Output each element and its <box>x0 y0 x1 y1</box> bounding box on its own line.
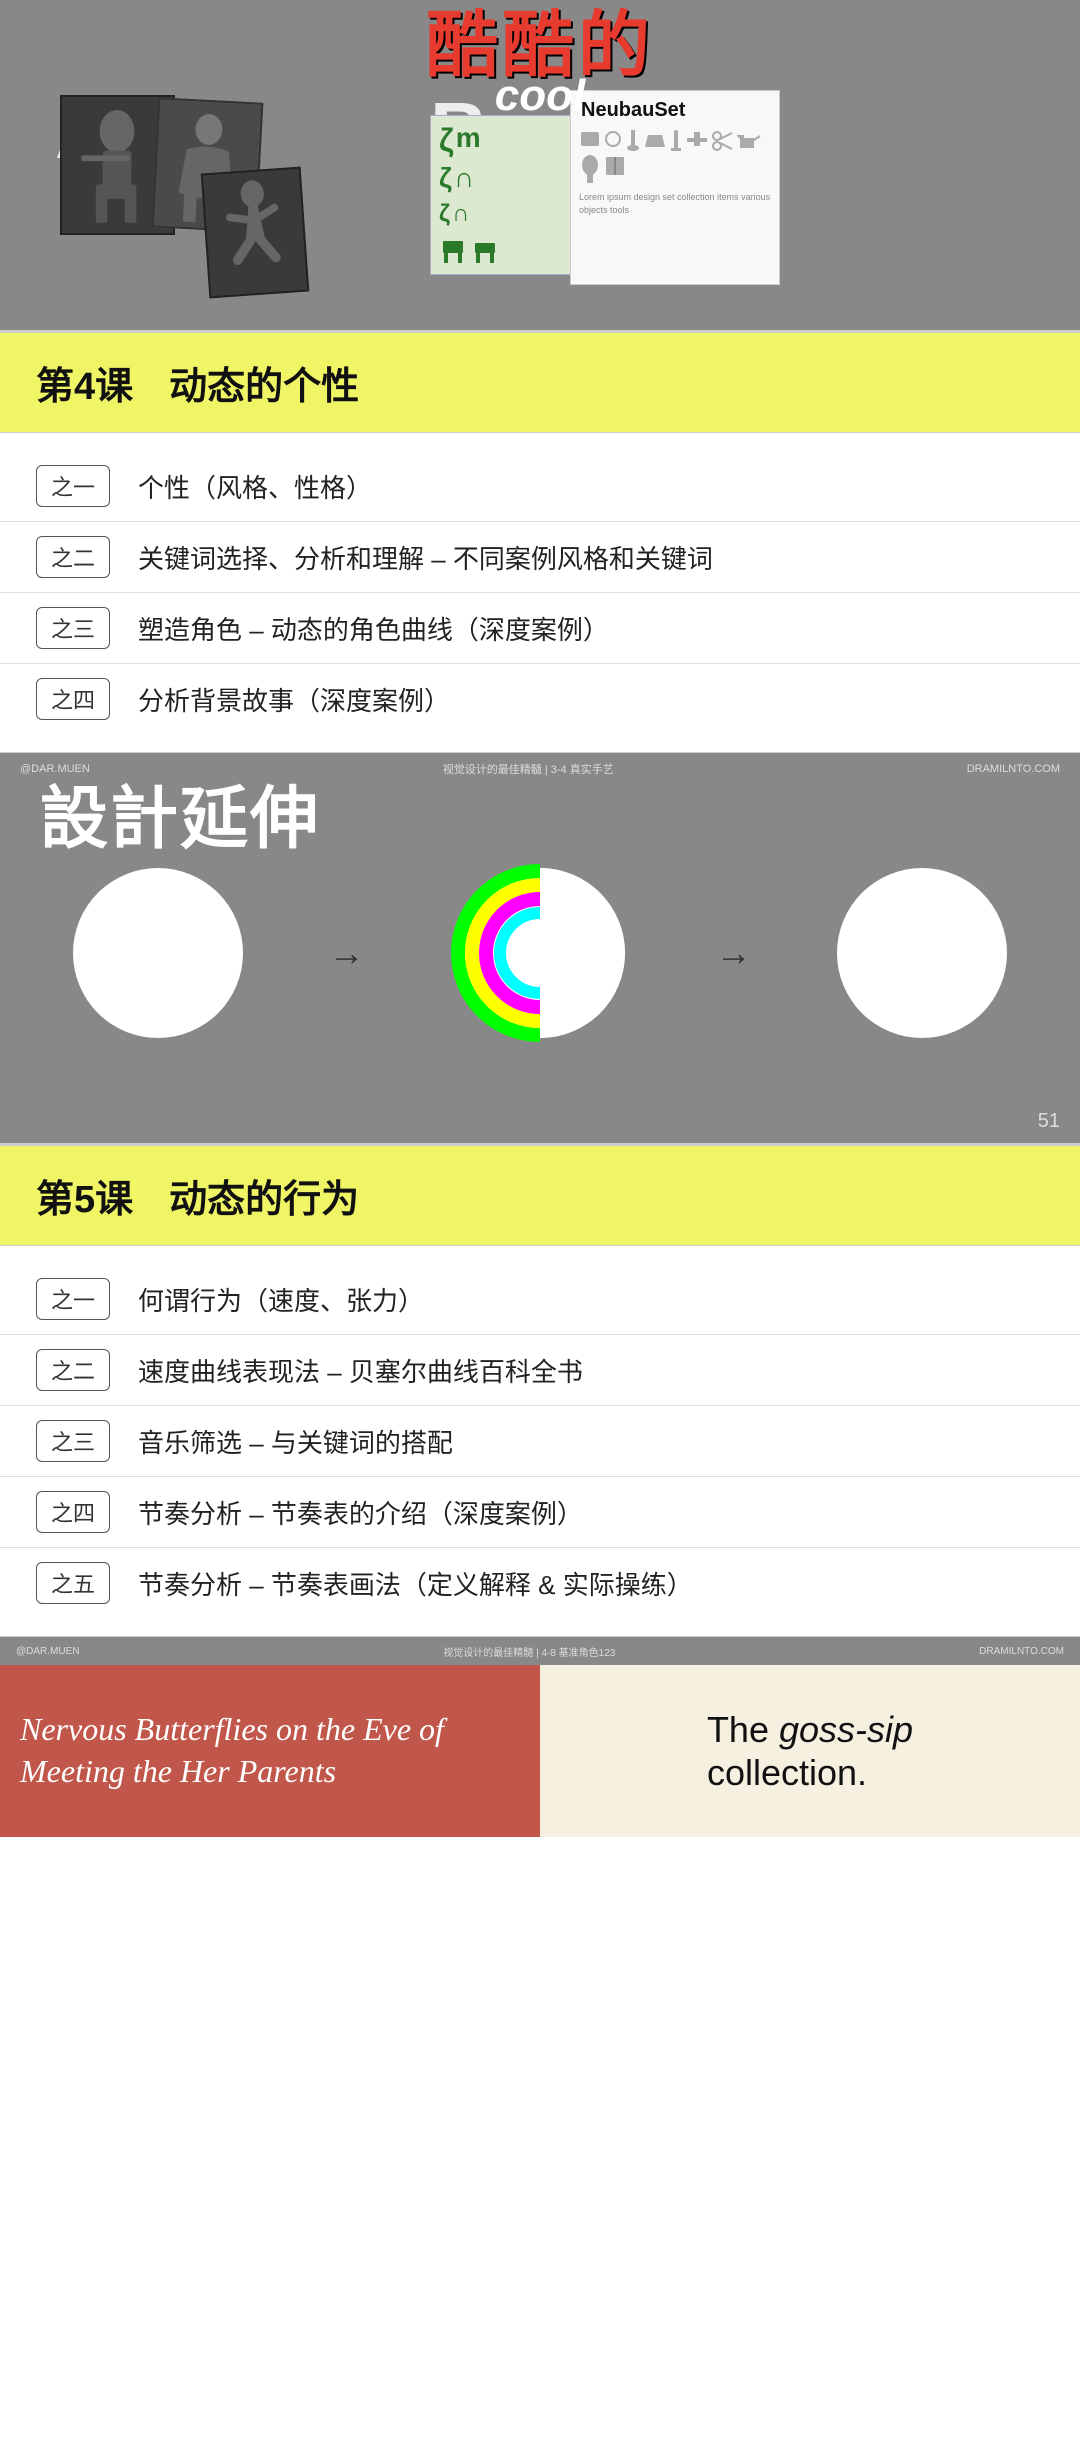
list-item: 之四 节奏分析 – 节奏表的介绍（深度案例） <box>0 1477 1080 1548</box>
list-item: 之三 音乐筛选 – 与关键词的搭配 <box>0 1406 1080 1477</box>
cool-banner: 酷酷的 cool A B <box>0 0 1080 330</box>
slide-header-left: @DAR.MUEN <box>20 763 90 775</box>
banner-title: 酷酷的 cool <box>426 10 654 118</box>
bottom-slide-header-right: DRAMILNTO.COM <box>979 1646 1064 1657</box>
photo-a3-svg <box>203 169 307 296</box>
nervous-text: Nervous Butterflies on the Eve of Meetin… <box>20 1709 520 1792</box>
list-item: 之二 关键词选择、分析和理解 – 不同案例风格和关键词 <box>0 522 1080 593</box>
l5-badge-2: 之二 <box>36 1349 110 1391</box>
lesson5-title: 动态的行为 <box>169 1168 359 1223</box>
badge-3: 之三 <box>36 607 110 649</box>
l5-badge-5: 之五 <box>36 1562 110 1604</box>
lesson4-number: 第4课 <box>36 355 133 410</box>
bottom-slide-header: @DAR.MUEN 视觉设计的最佳精髓 | 4-8 基准角色123 DRAMIL… <box>0 1637 1080 1665</box>
l5-item-text-2: 速度曲线表现法 – 贝塞尔曲线百科全书 <box>138 1352 583 1389</box>
design-slide: @DAR.MUEN 视觉设计的最佳精髓 | 3-4 真实手艺 DRAMILNTO… <box>0 753 1080 1143</box>
goss-card: The goss-sip collection. <box>540 1665 1080 1837</box>
bottom-slide: @DAR.MUEN 视觉设计的最佳精髓 | 4-8 基准角色123 DRAMIL… <box>0 1637 1080 1837</box>
lesson5-header: 第5课 动态的行为 <box>0 1144 1080 1246</box>
neubau-card: NeubauSet Lorem ipsum design set col <box>570 90 780 285</box>
item-text-2: 关键词选择、分析和理解 – 不同案例风格和关键词 <box>138 539 713 576</box>
l5-badge-1: 之一 <box>36 1278 110 1320</box>
neubau-icons <box>571 126 779 187</box>
goss-italic: goss-sip <box>779 1709 913 1750</box>
lesson4-title: 动态的个性 <box>169 355 359 410</box>
slide-main-title: 設計延伸 <box>40 785 320 853</box>
bottom-slide-header-center: 视觉设计的最佳精髓 | 4-8 基准角色123 <box>443 1644 615 1659</box>
slide-header-right: DRAMILNTO.COM <box>967 763 1060 775</box>
lesson5-items: 之一 何谓行为（速度、张力） 之二 速度曲线表现法 – 贝塞尔曲线百科全书 之三… <box>0 1246 1080 1636</box>
lesson4-header: 第4课 动态的个性 <box>0 331 1080 433</box>
photo-group-b: ζ m ζ ∩ ζ ∩ NeubauSet <box>430 90 680 290</box>
l5-item-text-3: 音乐筛选 – 与关键词的搭配 <box>138 1423 453 1460</box>
item-text-3: 塑造角色 – 动态的角色曲线（深度案例） <box>138 610 609 647</box>
bottom-slide-header-left: @DAR.MUEN <box>16 1646 80 1657</box>
photo-group-a <box>60 95 340 295</box>
colorful-circle-svg <box>450 863 630 1043</box>
list-item: 之三 塑造角色 – 动态的角色曲线（深度案例） <box>0 593 1080 664</box>
slide-header-center: 视觉设计的最佳精髓 | 3-4 真实手艺 <box>443 761 614 777</box>
slide-circles: → → <box>0 863 1080 1043</box>
l5-item-text-1: 何谓行为（速度、张力） <box>138 1281 424 1318</box>
goss-collection: collection. <box>707 1752 867 1793</box>
badge-1: 之一 <box>36 465 110 507</box>
goss-the: The <box>707 1709 779 1750</box>
chair-icon <box>439 237 467 265</box>
l5-badge-3: 之三 <box>36 1420 110 1462</box>
slide-page-num: 51 <box>1038 1110 1060 1133</box>
badge-4: 之四 <box>36 678 110 720</box>
lesson5-number: 第5课 <box>36 1168 133 1223</box>
circle-left <box>73 868 243 1038</box>
photo-a3 <box>201 167 309 299</box>
chair-icon-2 <box>471 237 499 265</box>
arrow-1: → <box>328 932 364 974</box>
circle-right <box>837 868 1007 1038</box>
badge-2: 之二 <box>36 536 110 578</box>
lesson4-section: 第4课 动态的个性 之一 个性（风格、性格） 之二 关键词选择、分析和理解 – … <box>0 330 1080 753</box>
nervous-card: Nervous Butterflies on the Eve of Meetin… <box>0 1665 540 1837</box>
list-item: 之五 节奏分析 – 节奏表画法（定义解释 & 实际操练） <box>0 1548 1080 1618</box>
item-text-1: 个性（风格、性格） <box>138 468 372 505</box>
item-text-4: 分析背景故事（深度案例） <box>138 681 450 718</box>
arrow-2: → <box>716 932 752 974</box>
circle-colorful <box>450 863 630 1043</box>
list-item: 之四 分析背景故事（深度案例） <box>0 664 1080 734</box>
l5-item-text-4: 节奏分析 – 节奏表的介绍（深度案例） <box>138 1494 583 1531</box>
bottom-slide-content: Nervous Butterflies on the Eve of Meetin… <box>0 1665 1080 1837</box>
list-item: 之一 何谓行为（速度、张力） <box>0 1264 1080 1335</box>
goss-text: The goss-sip collection. <box>707 1708 913 1794</box>
list-item: 之一 个性（风格、性格） <box>0 451 1080 522</box>
lesson4-items: 之一 个性（风格、性格） 之二 关键词选择、分析和理解 – 不同案例风格和关键词… <box>0 433 1080 752</box>
list-item: 之二 速度曲线表现法 – 贝塞尔曲线百科全书 <box>0 1335 1080 1406</box>
l5-badge-4: 之四 <box>36 1491 110 1533</box>
lesson5-section: 第5课 动态的行为 之一 何谓行为（速度、张力） 之二 速度曲线表现法 – 贝塞… <box>0 1143 1080 1637</box>
l5-item-text-5: 节奏分析 – 节奏表画法（定义解释 & 实际操练） <box>138 1565 693 1602</box>
